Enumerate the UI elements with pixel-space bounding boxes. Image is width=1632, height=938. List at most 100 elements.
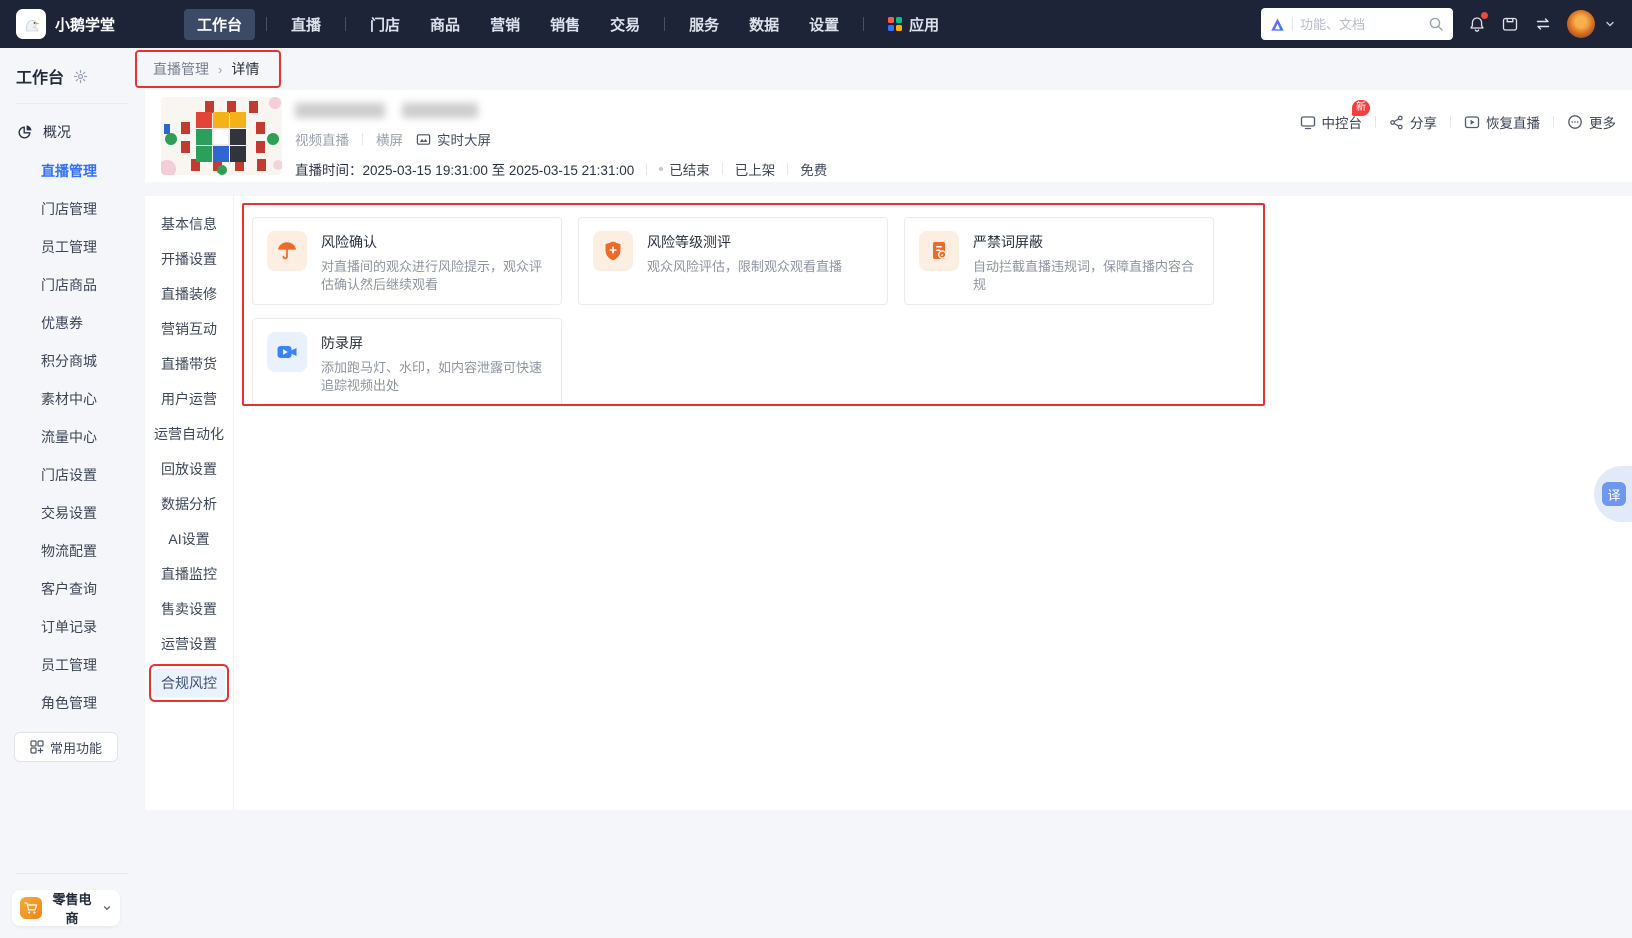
- tab-replay-settings[interactable]: 回放设置: [145, 451, 233, 486]
- sidebar-title: 工作台: [16, 70, 65, 87]
- pie-chart-icon: [17, 124, 33, 140]
- sidebar-item-material-center[interactable]: 素材中心: [0, 380, 145, 418]
- sidebar-list: 直播管理 门店管理 员工管理 门店商品 优惠券 积分商城 素材中心 流量中心 门…: [0, 152, 145, 722]
- sidebar-item-points-mall[interactable]: 积分商城: [0, 342, 145, 380]
- live-type-label: 视频直播: [295, 133, 349, 148]
- status-free: 免费: [800, 163, 828, 178]
- nav-item-apps[interactable]: 应用: [875, 9, 952, 40]
- card-title: 风险等级测评: [647, 234, 731, 250]
- tab-live-monitor[interactable]: 直播监控: [145, 556, 233, 591]
- grid-plus-icon: [30, 740, 44, 754]
- navbar-right: [1261, 8, 1616, 40]
- sidebar-item-order-records[interactable]: 订单记录: [0, 608, 145, 646]
- chevron-down-icon[interactable]: [1604, 18, 1616, 30]
- nav-item-workbench[interactable]: 工作台: [184, 8, 256, 40]
- workspace-icon[interactable]: [1501, 15, 1519, 33]
- brand-name: 小鹅学堂: [55, 16, 116, 34]
- status-listed: 已上架: [734, 163, 776, 178]
- tab-operation-automation[interactable]: 运营自动化: [145, 416, 233, 451]
- detail-submenu: 基本信息 开播设置 直播装修 营销互动 直播带货 用户运营 运营自动化 回放设置…: [145, 196, 234, 810]
- sidebar-item-staff-management-2[interactable]: 员工管理: [0, 646, 145, 684]
- nav-item-live[interactable]: 直播: [278, 9, 334, 40]
- nav-item-marketing[interactable]: 营销: [477, 9, 533, 40]
- nav-item-sales[interactable]: 销售: [537, 9, 593, 40]
- console-button[interactable]: 中控台 新: [1300, 100, 1370, 132]
- common-functions-button[interactable]: 常用功能: [14, 732, 118, 762]
- tab-compliance-risk[interactable]: 合规风控: [153, 669, 225, 697]
- tab-broadcast-settings[interactable]: 开播设置: [145, 241, 233, 276]
- sidebar-item-customer-query[interactable]: 客户查询: [0, 570, 145, 608]
- sidebar-item-store-goods[interactable]: 门店商品: [0, 266, 145, 304]
- gear-icon[interactable]: [73, 69, 88, 84]
- card-banned-words[interactable]: 严禁词屏蔽 自动拦截直播违规词，保障直播内容合规: [904, 217, 1214, 305]
- sidebar-item-overview[interactable]: 概况: [0, 112, 145, 152]
- resume-live-button[interactable]: 恢复直播: [1464, 112, 1540, 132]
- action-divider: [1375, 116, 1376, 128]
- sidebar: 工作台 概况 直播管理 门店管理 员工管理 门店商品 优惠券 积分商城 素材中心…: [0, 48, 145, 938]
- share-button[interactable]: 分享: [1389, 112, 1437, 132]
- search-input[interactable]: [1300, 16, 1421, 32]
- sidebar-overview-label: 概况: [43, 124, 71, 140]
- avatar[interactable]: [1567, 10, 1595, 38]
- sidebar-divider: [16, 103, 129, 104]
- tab-operation-settings[interactable]: 运营设置: [145, 626, 233, 661]
- main-area: 直播管理 › 详情 视频直播 横屏 实时大屏 直播时间：2025-03-15 1…: [135, 48, 1632, 938]
- nav-item-goods[interactable]: 商品: [417, 9, 473, 40]
- meta-divider: [362, 133, 363, 145]
- cart-icon: [20, 897, 42, 919]
- sidebar-item-coupons[interactable]: 优惠券: [0, 304, 145, 342]
- banned-words-icon: [919, 231, 959, 271]
- nav-item-data[interactable]: 数据: [736, 9, 792, 40]
- breadcrumb-live-management[interactable]: 直播管理: [153, 59, 209, 79]
- card-desc: 观众风险评估，限制观众观看直播: [647, 259, 843, 274]
- common-functions-label: 常用功能: [49, 740, 102, 756]
- card-title: 严禁词屏蔽: [973, 234, 1043, 250]
- detail-panel: 基本信息 开播设置 直播装修 营销互动 直播带货 用户运营 运营自动化 回放设置…: [145, 196, 1632, 810]
- live-cover-thumbnail: [161, 97, 282, 175]
- sidebar-item-traffic-center[interactable]: 流量中心: [0, 418, 145, 456]
- tab-live-decoration[interactable]: 直播装修: [145, 276, 233, 311]
- realtime-big-screen-link[interactable]: 实时大屏: [416, 129, 491, 149]
- sidebar-item-staff-management[interactable]: 员工管理: [0, 228, 145, 266]
- live-title-redacted: [295, 103, 1287, 118]
- sidebar-item-logistics-config[interactable]: 物流配置: [0, 532, 145, 570]
- tab-marketing-interaction[interactable]: 营销互动: [145, 311, 233, 346]
- more-button[interactable]: 更多: [1567, 112, 1616, 132]
- action-divider: [1553, 116, 1554, 128]
- sidebar-item-store-settings[interactable]: 门店设置: [0, 456, 145, 494]
- nav-item-store[interactable]: 门店: [357, 9, 413, 40]
- sidebar-item-live-management[interactable]: 直播管理: [0, 152, 145, 190]
- new-badge: 新: [1352, 100, 1370, 116]
- sidebar-item-role-management[interactable]: 角色管理: [0, 684, 145, 722]
- tab-live-commerce[interactable]: 直播带货: [145, 346, 233, 381]
- nav-item-settings[interactable]: 设置: [796, 9, 852, 40]
- tab-basic-info[interactable]: 基本信息: [145, 206, 233, 241]
- live-time: 直播时间：2025-03-15 19:31:00 至 2025-03-15 21…: [295, 163, 635, 178]
- notification-bell-icon[interactable]: [1468, 12, 1488, 33]
- tab-data-analysis[interactable]: 数据分析: [145, 486, 233, 521]
- nav-item-trade[interactable]: 交易: [597, 9, 653, 40]
- tab-ai-settings[interactable]: AI设置: [145, 521, 233, 556]
- search-icon[interactable]: [1428, 16, 1444, 32]
- meta-divider: [646, 163, 648, 175]
- translate-button[interactable]: 译: [1602, 482, 1626, 506]
- card-risk-level-test[interactable]: 风险等级测评 观众风险评估，限制观众观看直播: [578, 217, 888, 305]
- switch-arrows-icon[interactable]: [1534, 15, 1552, 33]
- status-dot: [659, 167, 664, 171]
- sidebar-item-store-management[interactable]: 门店管理: [0, 190, 145, 228]
- search-box[interactable]: [1261, 8, 1453, 40]
- nav-divider: [345, 17, 347, 31]
- breadcrumb-current: 详情: [231, 61, 260, 77]
- tab-sales-settings[interactable]: 售卖设置: [145, 591, 233, 626]
- card-screen-record-protect[interactable]: 防录屏 添加跑马灯、水印，如内容泄露可快速追踪视频出处: [252, 318, 562, 406]
- card-title: 防录屏: [321, 335, 363, 351]
- nav-item-service[interactable]: 服务: [676, 9, 732, 40]
- compliance-content: 风险确认 对直播间的观众进行风险提示，观众评估确认然后继续观看 风险等级测评 观…: [234, 196, 1632, 810]
- header-actions: 中控台 新 分享 恢复直播 更多: [1300, 97, 1616, 175]
- share-icon: [1389, 115, 1404, 130]
- store-switcher[interactable]: 零售电商: [12, 890, 120, 926]
- tab-user-operation[interactable]: 用户运营: [145, 381, 233, 416]
- card-risk-confirm[interactable]: 风险确认 对直播间的观众进行风险提示，观众评估确认然后继续观看: [252, 217, 562, 305]
- brand: 小鹅学堂: [16, 9, 184, 39]
- sidebar-item-trade-settings[interactable]: 交易设置: [0, 494, 145, 532]
